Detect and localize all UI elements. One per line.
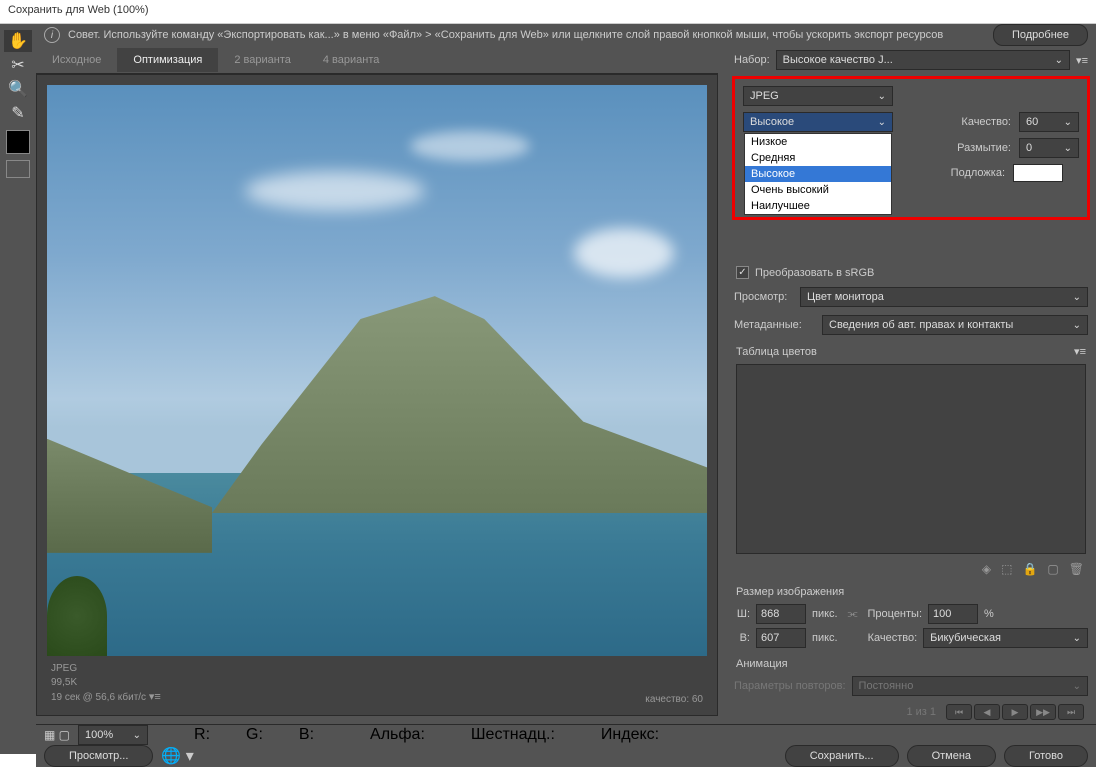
resample-dropdown[interactable]: Бикубическая — [923, 628, 1088, 648]
tab-2up[interactable]: 2 варианта — [218, 48, 307, 72]
height-input[interactable] — [756, 628, 806, 648]
width-label: Ш: — [734, 608, 750, 620]
info-icon: i — [44, 27, 60, 43]
slice-visibility-icon[interactable] — [6, 160, 30, 178]
metadata-label: Метаданные: — [734, 319, 816, 331]
quality-option-high[interactable]: Высокое — [745, 166, 891, 182]
table-icon-1[interactable]: ◈ — [982, 562, 991, 576]
metadata-dropdown[interactable]: Сведения об авт. правах и контакты — [822, 315, 1088, 335]
preview-info-left: JPEG 99,5K 19 сек @ 56,6 кбит/с ▾≡ — [51, 662, 161, 705]
resample-label: Качество: — [868, 632, 918, 644]
readout-alpha: Альфа: — [370, 726, 425, 744]
preview-tabs: Исходное Оптимизация 2 варианта 4 вариан… — [36, 46, 718, 74]
done-button[interactable]: Готово — [1004, 745, 1088, 767]
tab-optimized[interactable]: Оптимизация — [117, 48, 218, 72]
quality-preset-list: Низкое Средняя Высокое Очень высокий Наи… — [744, 133, 892, 215]
color-table[interactable] — [736, 364, 1086, 554]
quality-preset-dropdown[interactable]: Высокое Низкое Средняя Высокое Очень выс… — [743, 112, 893, 132]
srgb-label: Преобразовать в sRGB — [755, 267, 874, 279]
matte-label: Подложка: — [930, 167, 1005, 179]
nav-prev-icon: ◀ — [974, 704, 1000, 720]
loop-label: Параметры повторов: — [734, 680, 846, 692]
image-size-title: Размер изображения — [736, 586, 844, 598]
nav-last-icon: ⏭ — [1058, 704, 1084, 720]
frame-info: 1 из 1 — [906, 706, 936, 718]
preset-dropdown[interactable]: Высокое качество J... — [776, 50, 1070, 70]
foreground-color-swatch[interactable] — [6, 130, 30, 154]
link-icon[interactable]: ⫘ — [848, 608, 858, 621]
slice-tool-icon[interactable]: ✂ — [4, 54, 32, 76]
quality-label: Качество: — [936, 116, 1011, 128]
nav-play-icon: ▶ — [1002, 704, 1028, 720]
lock-icon[interactable]: 🔒 — [1022, 562, 1037, 576]
window-title: Сохранить для Web (100%) — [0, 0, 1096, 24]
percent-sign: % — [984, 608, 994, 620]
zoom-dropdown[interactable]: 100% — [78, 725, 148, 745]
quality-option-max[interactable]: Наилучшее — [745, 198, 891, 214]
percent-input[interactable] — [928, 604, 978, 624]
quality-option-medium[interactable]: Средняя — [745, 150, 891, 166]
preview-mode-dropdown[interactable]: Цвет монитора — [800, 287, 1088, 307]
width-input[interactable] — [756, 604, 806, 624]
px-label-h: пикс. — [812, 632, 838, 644]
readout-g: G: — [246, 726, 263, 744]
zoom-tool-icon[interactable]: 🔍 — [4, 78, 32, 100]
new-icon[interactable]: ▢ — [1047, 562, 1058, 576]
percent-label: Проценты: — [868, 608, 923, 620]
eyedropper-tool-icon[interactable]: ✎ — [4, 102, 32, 124]
readout-r: R: — [194, 726, 210, 744]
trash-icon[interactable]: 🗑 — [1069, 562, 1084, 576]
tip-text: Совет. Используйте команду «Экспортирова… — [68, 29, 943, 41]
animation-title: Анимация — [736, 658, 788, 670]
quality-option-low[interactable]: Низкое — [745, 134, 891, 150]
preview-button[interactable]: Просмотр... — [44, 745, 153, 767]
matte-color-well[interactable] — [1013, 164, 1063, 182]
cancel-button[interactable]: Отмена — [907, 745, 996, 767]
save-button[interactable]: Сохранить... — [785, 745, 899, 767]
quality-value-input[interactable]: 60 — [1019, 112, 1079, 132]
format-dropdown[interactable]: JPEG — [743, 86, 893, 106]
readout-hex: Шестнадц.: — [471, 726, 555, 744]
color-table-title: Таблица цветов — [736, 346, 817, 358]
image-preview[interactable] — [47, 85, 707, 656]
blur-label: Размытие: — [936, 142, 1011, 154]
quality-option-veryhigh[interactable]: Очень высокий — [745, 182, 891, 198]
tab-4up[interactable]: 4 варианта — [307, 48, 396, 72]
readout-index: Индекс: — [601, 726, 659, 744]
table-icon-2[interactable]: ⬚ — [1001, 562, 1012, 576]
nav-next-icon: ▶▶ — [1030, 704, 1056, 720]
preview-info-quality: качество: 60 — [645, 694, 703, 705]
preset-menu-icon[interactable]: ▾≡ — [1076, 54, 1088, 67]
preset-label: Набор: — [734, 54, 770, 66]
blur-value-input[interactable]: 0 — [1019, 138, 1079, 158]
nav-first-icon: ⏮ — [946, 704, 972, 720]
highlight-box: JPEG Высокое Низкое Средняя Высокое Очен… — [732, 76, 1090, 220]
more-button[interactable]: Подробнее — [993, 24, 1088, 46]
color-table-menu-icon[interactable]: ▾≡ — [1074, 345, 1086, 358]
srgb-checkbox[interactable]: ✓ — [736, 266, 749, 279]
tab-original[interactable]: Исходное — [36, 48, 117, 72]
tools-sidebar: ✋ ✂ 🔍 ✎ — [0, 24, 36, 754]
height-label: В: — [734, 632, 750, 644]
readout-b: B: — [299, 726, 314, 744]
px-label-w: пикс. — [812, 608, 838, 620]
preview-mode-label: Просмотр: — [734, 291, 794, 303]
loop-dropdown: Постоянно — [852, 676, 1088, 696]
hand-tool-icon[interactable]: ✋ — [4, 30, 32, 52]
